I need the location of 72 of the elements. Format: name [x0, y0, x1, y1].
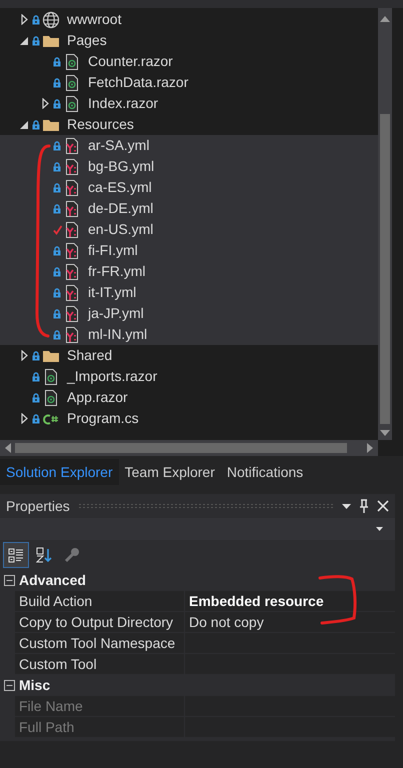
tree-item[interactable]: Index.razor	[0, 93, 378, 114]
scrollbar-thumb[interactable]	[380, 114, 390, 424]
property-name: Custom Tool Namespace	[15, 633, 185, 653]
property-name: Custom Tool	[15, 654, 185, 674]
tree-item[interactable]: Shared	[0, 345, 378, 366]
scroll-up-icon[interactable]	[380, 16, 390, 22]
razor-file-icon	[43, 388, 59, 406]
tree-item[interactable]: App.razor	[0, 387, 378, 408]
category-header: Misc	[19, 676, 50, 695]
property-name: Copy to Output Directory	[15, 612, 185, 632]
property-name: Full Path	[15, 717, 185, 737]
razor-file-icon	[64, 52, 80, 70]
yaml-file-icon	[64, 242, 80, 260]
categorized-icon	[8, 547, 24, 563]
razor-file-icon	[64, 94, 80, 112]
vertical-scrollbar[interactable]	[378, 8, 392, 440]
sort-icon	[36, 547, 52, 563]
tree-item[interactable]: FetchData.razor	[0, 72, 378, 93]
tree-item[interactable]: ar-SA.yml	[0, 135, 378, 156]
razor-file-icon	[43, 368, 59, 386]
property-name: Build Action	[15, 591, 185, 611]
tree-item[interactable]: Resources	[0, 114, 378, 135]
yaml-file-icon	[64, 326, 80, 344]
tab[interactable]: Notifications	[220, 459, 310, 485]
tree-item[interactable]: Counter.razor	[0, 51, 378, 72]
categorized-button[interactable]	[3, 542, 29, 568]
tree-item[interactable]: ja-JP.yml	[0, 303, 378, 324]
yaml-file-icon	[64, 158, 80, 176]
tree-item[interactable]: _Imports.razor	[0, 366, 378, 387]
pin-icon[interactable]	[359, 499, 369, 513]
scroll-right-icon[interactable]	[367, 443, 373, 453]
csharp-file-icon	[42, 412, 60, 426]
razor-file-icon	[64, 74, 80, 92]
yaml-file-icon	[64, 220, 80, 238]
yaml-file-icon	[64, 136, 80, 154]
collapse-icon[interactable]	[4, 680, 15, 691]
yaml-file-icon	[64, 284, 80, 302]
yaml-file-icon	[64, 304, 80, 322]
folder-icon	[42, 34, 60, 48]
tree-item[interactable]: fi-FI.yml	[0, 240, 378, 261]
folder-icon	[42, 118, 60, 132]
tree-item[interactable]: ml-IN.yml	[0, 324, 378, 345]
scroll-left-icon[interactable]	[5, 443, 11, 453]
tree-item[interactable]: Program.cs	[0, 408, 378, 429]
horizontal-scrollbar[interactable]	[0, 440, 378, 456]
tab[interactable]: Solution Explorer	[0, 459, 119, 485]
yaml-file-icon	[64, 178, 80, 196]
tree-item[interactable]: wwwroot	[0, 9, 378, 30]
close-icon[interactable]	[377, 500, 389, 512]
caret-icon	[376, 527, 383, 531]
globe-icon	[42, 10, 60, 28]
tab[interactable]: Team Explorer	[118, 459, 221, 485]
property-value[interactable]: Embedded resource	[185, 591, 395, 611]
tree-item[interactable]: ca-ES.yml	[0, 177, 378, 198]
collapse-icon[interactable]	[4, 575, 15, 586]
wrench-icon	[64, 547, 80, 563]
property-name: File Name	[15, 696, 185, 716]
yaml-file-icon	[64, 200, 80, 218]
yaml-file-icon	[64, 262, 80, 280]
dropdown-icon[interactable]	[342, 504, 351, 508]
scroll-down-icon[interactable]	[380, 430, 390, 436]
property-value[interactable]: Do not copy	[185, 612, 395, 632]
folder-icon	[42, 348, 60, 362]
tree-item[interactable]: bg-BG.yml	[0, 156, 378, 177]
scrollbar-thumb[interactable]	[15, 443, 347, 453]
panel-title: Properties	[6, 496, 70, 516]
category-header: Advanced	[19, 571, 86, 590]
tree-item[interactable]: en-US.yml	[0, 219, 378, 240]
tree-item[interactable]: Pages	[0, 30, 378, 51]
tree-item[interactable]: de-DE.yml	[0, 198, 378, 219]
tree-item[interactable]: it-IT.yml	[0, 282, 378, 303]
tree-item[interactable]: fr-FR.yml	[0, 261, 378, 282]
